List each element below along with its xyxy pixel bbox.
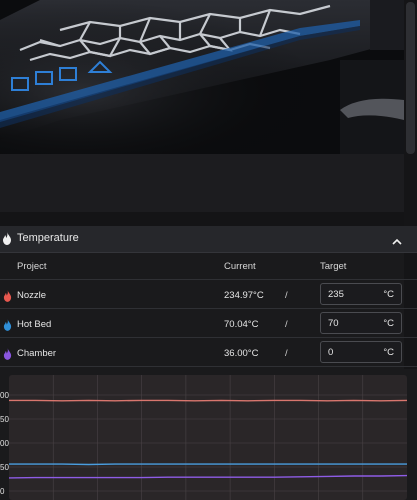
table-header: Project Current Target	[0, 253, 417, 280]
current-temp: 36.00°C	[224, 348, 259, 359]
target-temp-input[interactable]: 70 °C	[320, 312, 402, 334]
y-tick-label: 00	[0, 439, 9, 448]
camera-feed	[0, 0, 404, 154]
table-row-nozzle: Nozzle 234.97°C / 235 °C	[0, 280, 417, 309]
chamber-flame-icon	[3, 347, 12, 365]
target-value: 235	[328, 289, 344, 300]
row-name: Hot Bed	[17, 319, 52, 330]
target-temp-input[interactable]: 0 °C	[320, 341, 402, 363]
target-temp-input[interactable]: 235 °C	[320, 283, 402, 305]
printer-dashboard: Temperature Project Current Target Nozzl…	[0, 0, 417, 500]
header-project: Project	[17, 261, 47, 272]
plot-area	[9, 375, 407, 500]
temperature-panel-header[interactable]: Temperature	[0, 226, 417, 253]
target-value: 0	[328, 347, 334, 358]
target-unit: °C	[383, 289, 394, 300]
camera-image	[0, 0, 404, 154]
header-current: Current	[224, 261, 256, 272]
flame-icon	[2, 232, 12, 250]
table-row-chamber: Chamber 36.00°C / 0 °C	[0, 338, 417, 367]
current-temp: 70.04°C	[224, 319, 259, 330]
y-tick-label: 50	[0, 463, 9, 472]
separator: /	[285, 290, 288, 301]
separator: /	[285, 319, 288, 330]
current-temp: 234.97°C	[224, 290, 264, 301]
separator: /	[285, 348, 288, 359]
row-name: Nozzle	[17, 290, 47, 301]
panel-title: Temperature	[17, 232, 79, 244]
nozzle-flame-icon	[3, 289, 12, 307]
scrollbar-thumb[interactable]	[406, 2, 415, 154]
y-tick-label: 00	[0, 391, 9, 400]
temperature-table: Project Current Target Nozzle 234.97°C /…	[0, 253, 417, 367]
target-value: 70	[328, 318, 339, 329]
temperature-chart: 00 50 00 50 0	[0, 369, 417, 500]
y-tick-label: 0	[0, 487, 5, 496]
hot-bed-flame-icon	[3, 318, 12, 336]
temperature-chart-svg: 00 50 00 50 0	[0, 369, 417, 500]
header-target: Target	[320, 261, 347, 272]
chevron-up-icon[interactable]	[392, 233, 402, 251]
divider	[0, 212, 404, 226]
table-row-hot-bed: Hot Bed 70.04°C / 70 °C	[0, 309, 417, 338]
spacer	[0, 154, 404, 212]
target-unit: °C	[383, 318, 394, 329]
y-tick-label: 50	[0, 415, 9, 424]
target-unit: °C	[383, 347, 394, 358]
row-name: Chamber	[17, 348, 57, 359]
